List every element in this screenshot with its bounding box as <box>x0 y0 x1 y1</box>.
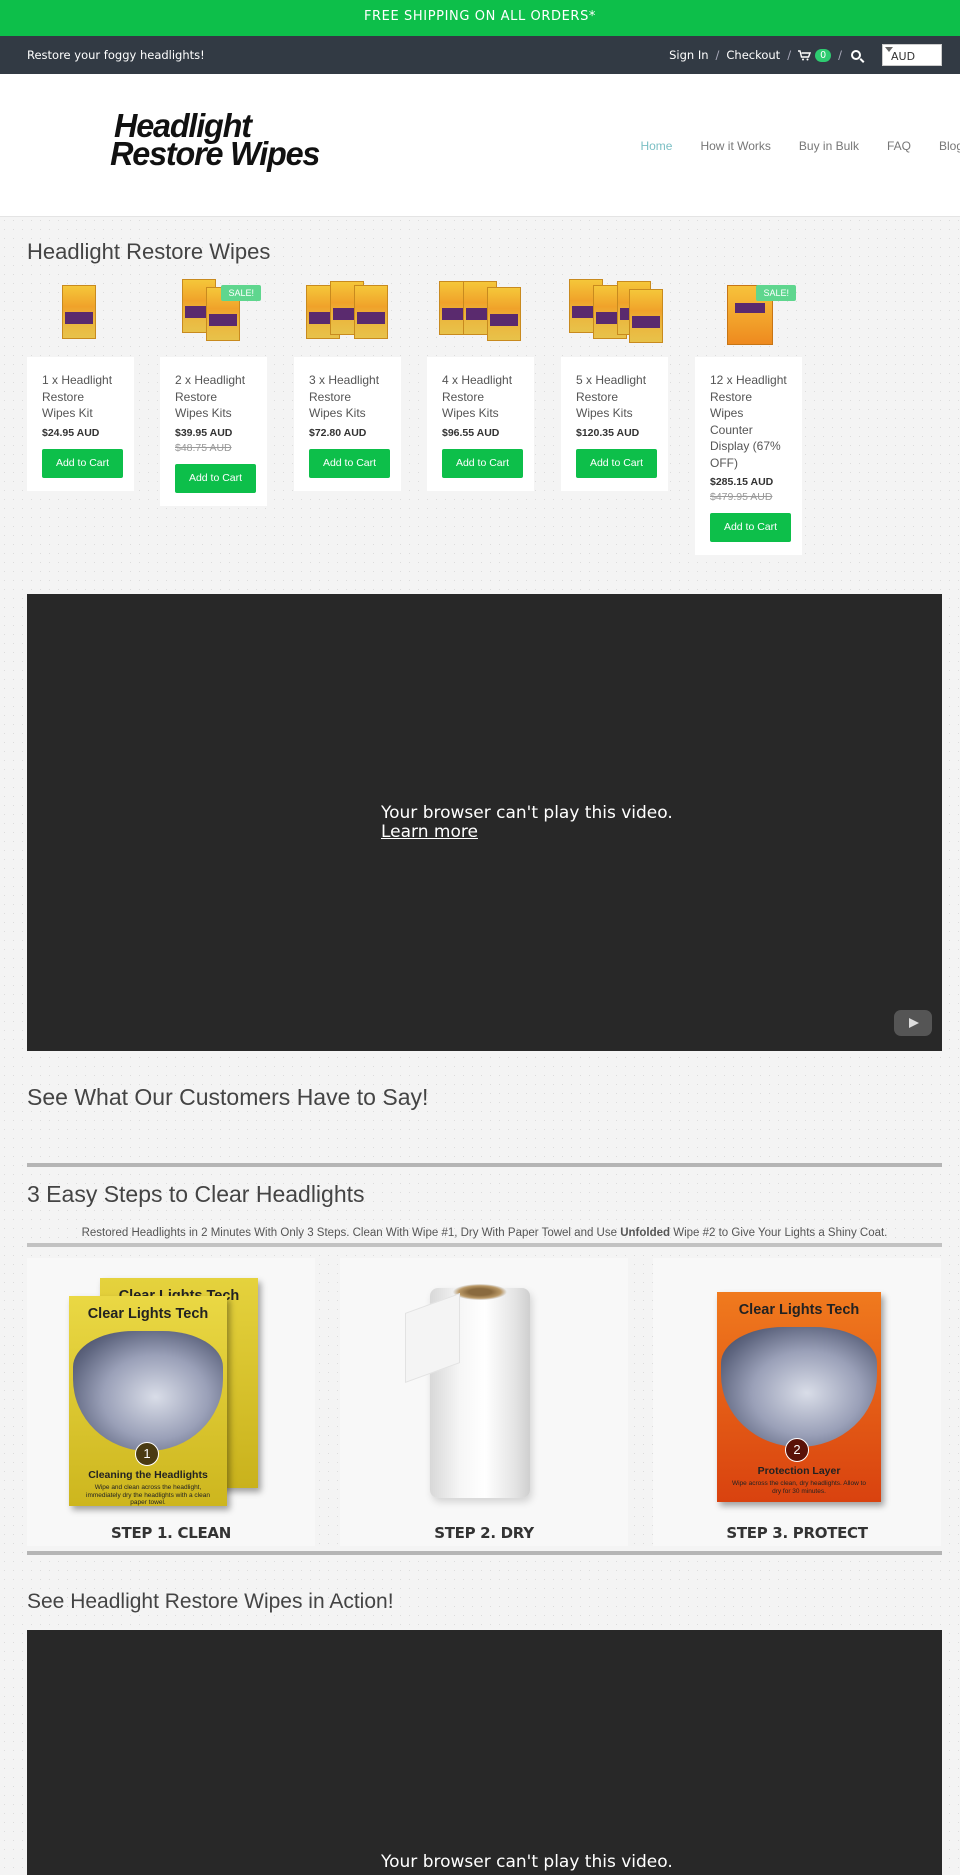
product-name[interactable]: 4 x Headlight Restore Wipes Kits <box>442 372 519 422</box>
product-price: $72.80 AUD <box>309 426 367 439</box>
promo-banner: FREE SHIPPING ON ALL ORDERS* <box>0 0 960 36</box>
cart-icon <box>798 49 812 60</box>
currency-select[interactable]: AUD <box>882 44 942 66</box>
separator: / <box>838 48 842 62</box>
account-links: Sign In / Checkout / 0 / AUD <box>669 44 942 66</box>
testimonials-title: See What Our Customers Have to Say! <box>27 1084 429 1110</box>
nav-buy-in-bulk[interactable]: Buy in Bulk <box>799 139 859 153</box>
step-card-protect: Clear Lights Tech 2 Protection Layer Wip… <box>653 1258 941 1546</box>
section-divider <box>27 1243 942 1247</box>
collection-title: Headlight Restore Wipes <box>27 239 271 264</box>
step-caption: STEP 2. DRY <box>434 1524 534 1542</box>
step-3-kit-image: Clear Lights Tech 2 Protection Layer Wip… <box>717 1292 881 1502</box>
action-title: See Headlight Restore Wipes in Action! <box>27 1590 394 1613</box>
nav-blog[interactable]: Blog <box>939 139 960 153</box>
site-logo[interactable]: Headlight Restore Wipes <box>110 109 320 170</box>
steps-description-part1: Restored Headlights in 2 Minutes With On… <box>81 1227 621 1239</box>
step-number: 2 <box>785 1438 809 1462</box>
nav-faq[interactable]: FAQ <box>887 139 911 153</box>
product-price: $39.95 AUD <box>175 426 233 439</box>
sale-badge: SALE! <box>756 285 796 301</box>
kit-title: Clear Lights Tech <box>738 1302 860 1318</box>
kit-description: Wipe across the clean, dry headlights. A… <box>731 1480 867 1495</box>
video-player[interactable]: Your browser can't play this video. Lear… <box>27 594 942 1051</box>
logo-line-2: Restore Wipes <box>110 135 320 172</box>
headlight-image <box>721 1327 877 1447</box>
product-price: $120.35 AUD <box>576 426 640 439</box>
separator: / <box>787 48 792 62</box>
kit-title: Clear Lights Tech <box>87 1306 209 1322</box>
search-icon[interactable] <box>851 50 861 60</box>
promo-text: FREE SHIPPING ON ALL ORDERS* <box>363 9 597 24</box>
product-price: $285.15 AUD <box>710 476 774 488</box>
product-name[interactable]: 12 x Headlight Restore Wipes Counter Dis… <box>710 372 787 471</box>
section-divider <box>27 1551 942 1555</box>
video-error-message: Your browser can't play this video. Lear… <box>381 804 673 842</box>
checkout-link[interactable]: Checkout <box>726 48 780 62</box>
tagline: Restore your foggy headlights! <box>27 48 205 62</box>
product-price: $24.95 AUD <box>42 426 100 439</box>
sale-badge: SALE! <box>221 285 261 301</box>
product-image[interactable] <box>27 277 134 357</box>
separator: / <box>715 48 720 62</box>
youtube-icon[interactable] <box>894 1010 932 1036</box>
product-image[interactable] <box>561 277 668 357</box>
kit-subtitle: Protection Layer <box>757 1465 841 1477</box>
site-header: Headlight Restore Wipes Home How it Work… <box>0 74 960 217</box>
step-caption: STEP 1. CLEAN <box>111 1524 231 1542</box>
main-nav: Home How it Works Buy in Bulk FAQ Blog <box>612 74 960 217</box>
kit-subtitle: Cleaning the Headlights <box>88 1469 208 1481</box>
nav-how-it-works[interactable]: How it Works <box>700 139 770 153</box>
steps-title: 3 Easy Steps to Clear Headlights <box>27 1181 365 1207</box>
section-divider <box>27 1163 942 1167</box>
video-error-text: Your browser can't play this video. <box>381 803 673 823</box>
product-name[interactable]: 5 x Headlight Restore Wipes Kits <box>576 372 653 422</box>
product-image[interactable]: SALE! <box>160 277 267 357</box>
top-bar: Restore your foggy headlights! Sign In /… <box>0 36 960 74</box>
add-to-cart-button[interactable]: Add to Cart <box>175 463 256 493</box>
kit-description: Wipe and clean across the headlight, imm… <box>86 1484 210 1506</box>
add-to-cart-button[interactable]: Add to Cart <box>42 448 123 478</box>
step-card-dry: STEP 2. DRY <box>340 1258 628 1546</box>
add-to-cart-button[interactable]: Add to Cart <box>442 448 523 478</box>
steps-description: Restored Headlights in 2 Minutes With On… <box>27 1227 942 1239</box>
product-price: $96.55 AUD <box>442 426 500 439</box>
product-card[interactable]: 3 x Headlight Restore Wipes Kits $72.80 … <box>294 277 401 491</box>
learn-more-link[interactable]: Learn more <box>381 823 673 842</box>
product-card[interactable]: SALE! 12 x Headlight Restore Wipes Count… <box>695 277 802 555</box>
product-image[interactable]: SALE! <box>695 277 802 357</box>
add-to-cart-button[interactable]: Add to Cart <box>710 513 791 542</box>
video-error-message: Your browser can't play this video. <box>381 1853 673 1872</box>
video-error-text: Your browser can't play this video. <box>381 1852 673 1872</box>
cart-link[interactable]: 0 <box>798 48 832 62</box>
product-name[interactable]: 1 x Headlight Restore Wipes Kit <box>42 372 119 422</box>
product-compare-price: $479.95 AUD <box>710 491 773 503</box>
steps-description-part2: Wipe #2 to Give Your Lights a Shiny Coat… <box>670 1227 888 1239</box>
step-number: 1 <box>135 1442 159 1466</box>
product-compare-price: $48.75 AUD <box>175 441 232 454</box>
add-to-cart-button[interactable]: Add to Cart <box>309 448 390 478</box>
step-1-kit-image: Clear Lights Tech 1 Cleaning the Headlig… <box>69 1296 227 1506</box>
step-card-clean: Clear Lights Tech Clear Lights Tech 1 Cl… <box>27 1258 315 1546</box>
product-card[interactable]: 4 x Headlight Restore Wipes Kits $96.55 … <box>427 277 534 491</box>
product-image[interactable] <box>294 277 401 357</box>
nav-home[interactable]: Home <box>640 139 672 153</box>
cart-count-badge: 0 <box>815 48 832 62</box>
steps-row: Clear Lights Tech Clear Lights Tech 1 Cl… <box>27 1258 942 1546</box>
product-card[interactable]: 1 x Headlight Restore Wipes Kit $24.95 A… <box>27 277 134 491</box>
product-card[interactable]: 5 x Headlight Restore Wipes Kits $120.35… <box>561 277 668 491</box>
add-to-cart-button[interactable]: Add to Cart <box>576 448 657 478</box>
video-player[interactable]: Your browser can't play this video. <box>27 1630 942 1875</box>
product-image[interactable] <box>427 277 534 357</box>
headlight-image <box>73 1331 223 1451</box>
product-name[interactable]: 2 x Headlight Restore Wipes Kits <box>175 372 252 422</box>
product-card[interactable]: SALE! 2 x Headlight Restore Wipes Kits $… <box>160 277 267 506</box>
product-name[interactable]: 3 x Headlight Restore Wipes Kits <box>309 372 386 422</box>
steps-description-bold: Unfolded <box>620 1227 671 1239</box>
sign-in-link[interactable]: Sign In <box>669 48 708 62</box>
step-caption: STEP 3. PROTECT <box>726 1524 868 1542</box>
